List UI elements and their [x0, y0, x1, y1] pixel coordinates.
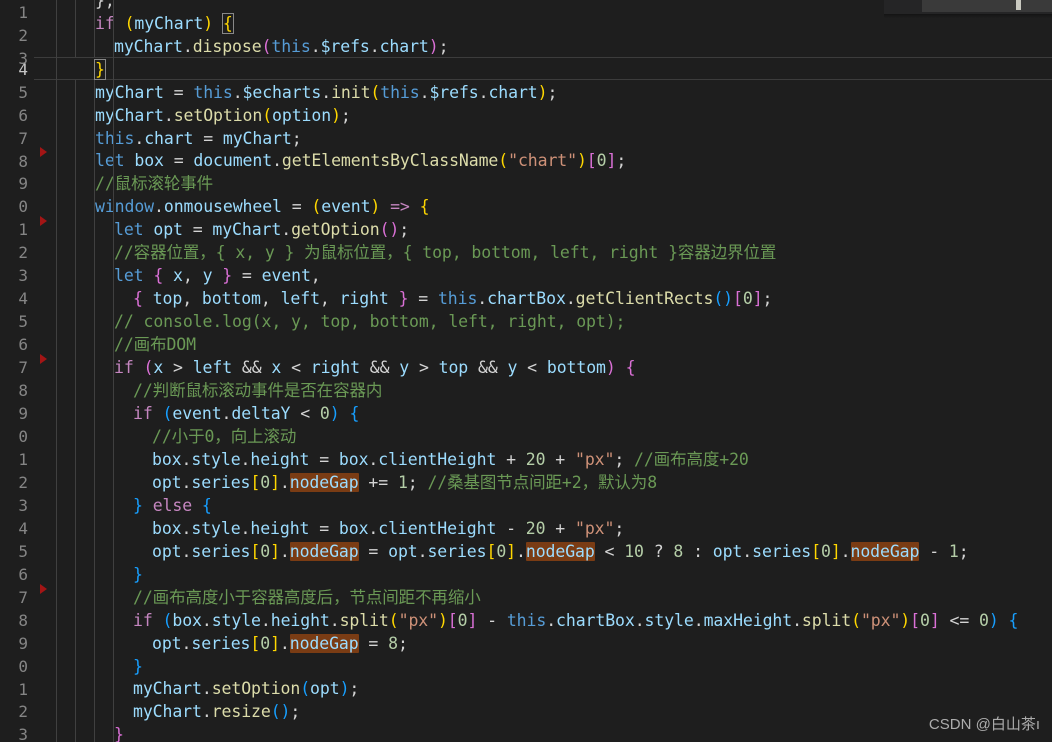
- breakpoint-marker[interactable]: [40, 216, 47, 226]
- breakpoint-marker[interactable]: [40, 147, 47, 157]
- indent-guide: [56, 0, 57, 742]
- line-number: 5: [18, 312, 28, 331]
- line-number: 2: [18, 243, 28, 262]
- code-line[interactable]: }: [133, 655, 143, 678]
- glyph-margin[interactable]: [34, 0, 56, 742]
- line-number: 4: [18, 60, 28, 79]
- line-number: 6: [18, 106, 28, 125]
- code-line[interactable]: }: [133, 563, 143, 586]
- line-number: 8: [18, 152, 28, 171]
- code-line[interactable]: //画布高度小于容器高度后，节点间距不再缩小: [133, 586, 481, 609]
- code-editor[interactable]: 1 2 3 4 5 6 7 8 9 0 1 2 3 4 5 6 7 8 9 0 …: [0, 0, 1052, 742]
- line-number: 9: [18, 634, 28, 653]
- breakpoint-marker[interactable]: [40, 354, 47, 364]
- watermark-label: CSDN @白山茶ı: [928, 716, 1040, 733]
- line-number: 5: [18, 542, 28, 561]
- line-number: 4: [18, 519, 28, 538]
- line-number: 1: [18, 220, 28, 239]
- line-number: 1: [18, 680, 28, 699]
- line-number-gutter: 1 2 3 4 5 6 7 8 9 0 1 2 3 4 5 6 7 8 9 0 …: [0, 0, 34, 742]
- line-number: 9: [18, 174, 28, 193]
- code-line[interactable]: myChart.setOption(opt);: [133, 677, 359, 700]
- indent-guide: [75, 0, 76, 57]
- line-number: 6: [18, 335, 28, 354]
- code-line[interactable]: myChart = this.$echarts.init(this.$refs.…: [95, 81, 557, 104]
- code-line[interactable]: }: [94, 58, 106, 81]
- line-number: 2: [18, 702, 28, 721]
- code-line[interactable]: myChart.resize();: [133, 700, 300, 723]
- breakpoint-marker[interactable]: [40, 584, 47, 594]
- line-number: 7: [18, 129, 28, 148]
- code-line[interactable]: //画布DOM: [114, 333, 196, 356]
- line-number: 9: [18, 404, 28, 423]
- code-line[interactable]: myChart.dispose(this.$refs.chart);: [114, 35, 449, 58]
- code-content[interactable]: }; if (myChart) { myChart.dispose(this.$…: [56, 0, 1052, 742]
- code-line[interactable]: this.chart = myChart;: [95, 127, 302, 150]
- line-number: 6: [18, 565, 28, 584]
- code-line[interactable]: opt.series[0].nodeGap = 8;: [152, 632, 408, 655]
- line-number: 3: [18, 725, 28, 742]
- minimap-slider[interactable]: [922, 0, 1052, 12]
- code-line[interactable]: //小于0，向上滚动: [152, 425, 296, 448]
- line-number: 2: [18, 26, 28, 45]
- indent-guide: [94, 80, 95, 742]
- code-line[interactable]: let opt = myChart.getOption();: [114, 218, 409, 241]
- code-line[interactable]: opt.series[0].nodeGap += 1; //桑基图节点间距+2，…: [152, 471, 657, 494]
- line-number: 1: [18, 450, 28, 469]
- code-line[interactable]: }: [114, 723, 124, 742]
- code-line[interactable]: if (box.style.height.split("px")[0] - th…: [133, 609, 1018, 632]
- indent-guide: [113, 0, 114, 742]
- code-line[interactable]: box.style.height = box.clientHeight - 20…: [152, 517, 624, 540]
- indent-guide: [94, 0, 95, 57]
- line-number: 0: [18, 427, 28, 446]
- line-number: 0: [18, 657, 28, 676]
- code-line[interactable]: box.style.height = box.clientHeight + 20…: [152, 448, 749, 471]
- code-line[interactable]: //容器位置，{ x, y } 为鼠标位置，{ top, bottom, lef…: [114, 241, 776, 264]
- code-line[interactable]: // console.log(x, y, top, bottom, left, …: [114, 310, 625, 333]
- code-line[interactable]: };: [95, 0, 115, 12]
- line-number: 5: [18, 83, 28, 102]
- indent-guide: [75, 80, 76, 742]
- line-number: 1: [18, 3, 28, 22]
- line-number: 3: [18, 496, 28, 515]
- code-line[interactable]: } else {: [133, 494, 212, 517]
- code-line[interactable]: if (event.deltaY < 0) {: [133, 402, 359, 425]
- code-line[interactable]: //判断鼠标滚动事件是否在容器内: [133, 379, 382, 402]
- line-number: 0: [18, 197, 28, 216]
- code-line[interactable]: window.onmousewheel = (event) => {: [95, 195, 430, 218]
- line-number: 4: [18, 289, 28, 308]
- code-line[interactable]: if (x > left && x < right && y > top && …: [114, 356, 636, 379]
- minimap-marker: [1016, 0, 1021, 10]
- code-line[interactable]: opt.series[0].nodeGap = opt.series[0].no…: [152, 540, 969, 563]
- code-line[interactable]: myChart.setOption(option);: [95, 104, 351, 127]
- code-line[interactable]: let box = document.getElementsByClassNam…: [95, 149, 626, 172]
- line-number: 7: [18, 588, 28, 607]
- line-number: 8: [18, 611, 28, 630]
- line-number: 2: [18, 473, 28, 492]
- line-number: 7: [18, 358, 28, 377]
- line-number: 3: [18, 266, 28, 285]
- code-line[interactable]: { top, bottom, left, right } = this.char…: [133, 287, 772, 310]
- scroll-shadow: [884, 14, 1052, 18]
- code-line[interactable]: let { x, y } = event,: [114, 264, 321, 287]
- line-number: 8: [18, 381, 28, 400]
- code-line[interactable]: if (myChart) {: [95, 12, 234, 35]
